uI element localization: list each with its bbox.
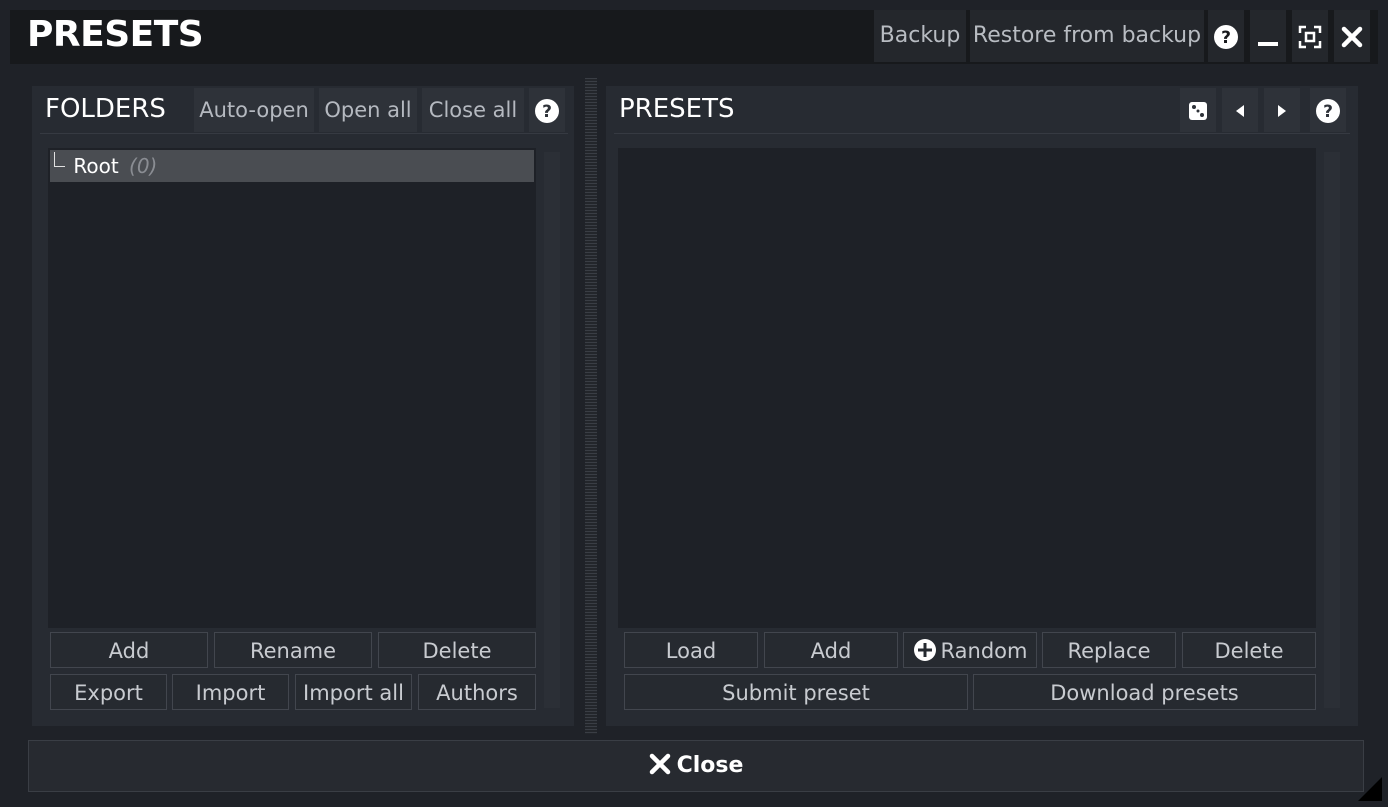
preset-delete-button[interactable]: Delete	[1182, 632, 1316, 668]
import-all-button[interactable]: Import all	[295, 674, 412, 710]
authors-button[interactable]: Authors	[418, 674, 536, 710]
restore-from-backup-button[interactable]: Restore from backup	[970, 10, 1204, 62]
panel-splitter[interactable]	[585, 78, 597, 734]
download-presets-button[interactable]: Download presets	[973, 674, 1316, 710]
next-arrow-icon[interactable]	[1264, 88, 1300, 132]
close-x-icon	[649, 753, 670, 775]
resize-grip-icon[interactable]	[1358, 777, 1382, 801]
tree-item-root[interactable]: Root (0)	[50, 150, 534, 182]
svg-text:?: ?	[1221, 28, 1231, 48]
import-button[interactable]: Import	[172, 674, 289, 710]
export-button[interactable]: Export	[50, 674, 167, 710]
preset-add-button[interactable]: Add	[764, 632, 898, 668]
close-all-button[interactable]: Close all	[422, 88, 524, 132]
replace-button[interactable]: Replace	[1042, 632, 1176, 668]
auto-open-button[interactable]: Auto-open	[194, 88, 314, 132]
title-bar: PRESETS Backup Restore from backup ?	[10, 10, 1378, 64]
tree-branch-icon	[54, 152, 65, 167]
svg-text:?: ?	[542, 102, 552, 122]
folders-header-separator	[40, 133, 568, 134]
folder-rename-button[interactable]: Rename	[214, 632, 372, 668]
svg-text:?: ?	[1323, 102, 1333, 122]
presets-list[interactable]	[618, 148, 1316, 628]
folder-delete-button[interactable]: Delete	[378, 632, 536, 668]
backup-button[interactable]: Backup	[874, 10, 966, 62]
minimize-icon[interactable]	[1250, 10, 1286, 62]
close-button[interactable]: Close	[28, 740, 1364, 792]
folder-add-button[interactable]: Add	[50, 632, 208, 668]
folders-tree[interactable]: Root (0)	[48, 148, 536, 628]
close-label: Close	[676, 753, 744, 778]
presets-panel: PRESETS ? Load Add Random Replace Delete…	[606, 86, 1358, 726]
folders-help-icon[interactable]: ?	[529, 88, 565, 132]
window-title: PRESETS	[27, 14, 204, 55]
help-icon[interactable]: ?	[1208, 10, 1244, 62]
prev-arrow-icon[interactable]	[1222, 88, 1258, 132]
close-icon[interactable]	[1334, 10, 1370, 62]
submit-preset-button[interactable]: Submit preset	[624, 674, 968, 710]
random-button[interactable]: Random	[903, 632, 1037, 668]
tree-item-count: (0)	[129, 154, 158, 178]
tree-item-label: Root	[73, 154, 119, 178]
random-label: Random	[940, 639, 1028, 663]
fullscreen-icon[interactable]	[1292, 10, 1328, 62]
folders-title: FOLDERS	[45, 94, 166, 124]
presets-scrollbar[interactable]	[1324, 152, 1340, 708]
presets-title: PRESETS	[619, 94, 735, 124]
folders-panel: FOLDERS Auto-open Open all Close all ? R…	[32, 86, 574, 726]
load-button[interactable]: Load	[624, 632, 758, 668]
dice-icon[interactable]	[1180, 88, 1216, 132]
open-all-button[interactable]: Open all	[319, 88, 417, 132]
presets-header-separator	[614, 133, 1350, 134]
presets-help-icon[interactable]: ?	[1310, 88, 1346, 132]
plus-circle-icon	[913, 639, 936, 661]
folders-scrollbar[interactable]	[544, 152, 560, 708]
